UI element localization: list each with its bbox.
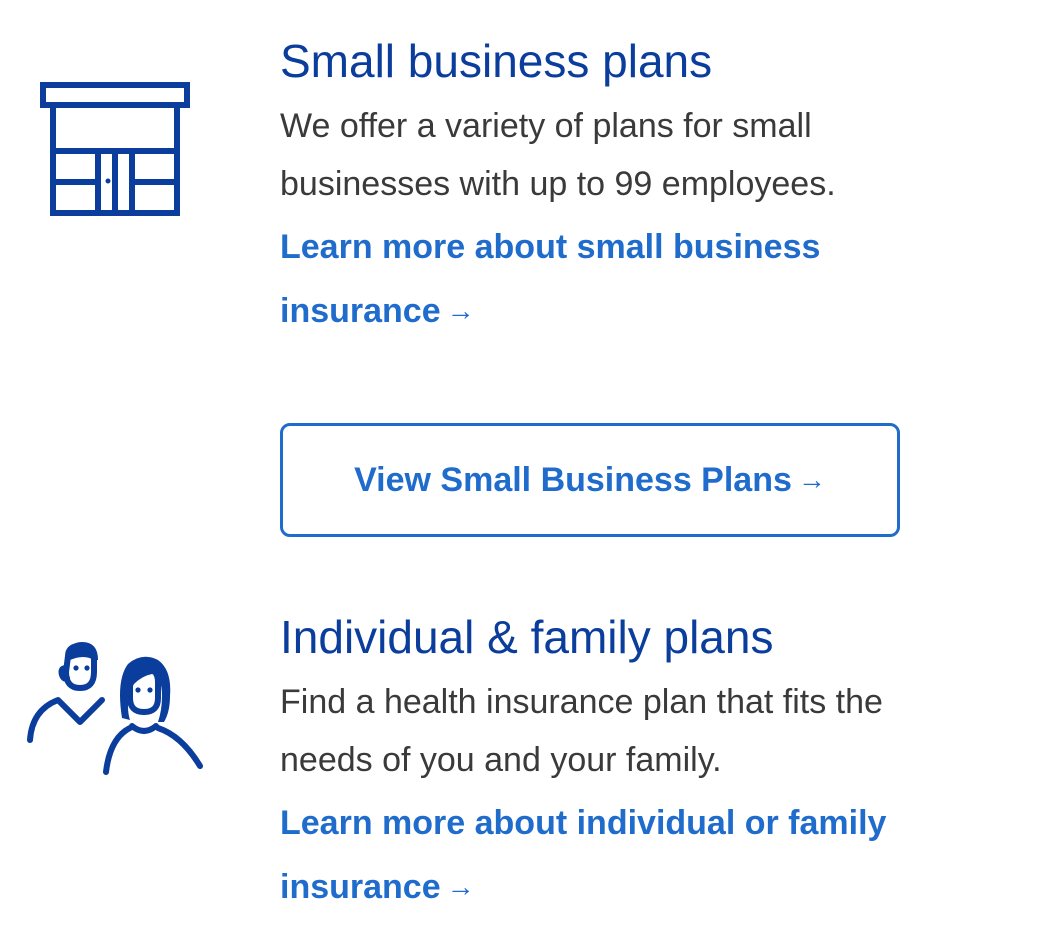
small-business-content: Small business plans We offer a variety … — [280, 33, 1000, 343]
section-description: We offer a variety of plans for small bu… — [280, 107, 836, 203]
section-description: Find a health insurance plan that fits t… — [280, 683, 883, 779]
learn-more-small-business-link[interactable]: Learn more about small business insuranc… — [280, 215, 980, 343]
view-small-business-plans-button[interactable]: View Small Business Plans → — [280, 423, 900, 537]
section-title: Small business plans — [280, 35, 713, 87]
learn-more-individual-family-link[interactable]: Learn more about individual or family in… — [280, 791, 980, 919]
individual-family-content: Individual & family plans Find a health … — [280, 609, 1000, 919]
arrow-right-icon: → — [446, 295, 475, 326]
family-icon — [24, 640, 206, 780]
link-label: Learn more about individual or family in… — [280, 804, 887, 906]
individual-family-section: Individual & family plans Find a health … — [0, 590, 1057, 944]
arrow-right-icon: → — [446, 871, 475, 902]
arrow-right-icon: → — [797, 464, 826, 495]
link-label: Learn more about small business insuranc… — [280, 228, 821, 330]
storefront-icon — [38, 80, 192, 220]
small-business-section: Small business plans We offer a variety … — [0, 0, 1057, 560]
section-title: Individual & family plans — [280, 611, 774, 663]
button-label: View Small Business Plans — [354, 460, 792, 499]
